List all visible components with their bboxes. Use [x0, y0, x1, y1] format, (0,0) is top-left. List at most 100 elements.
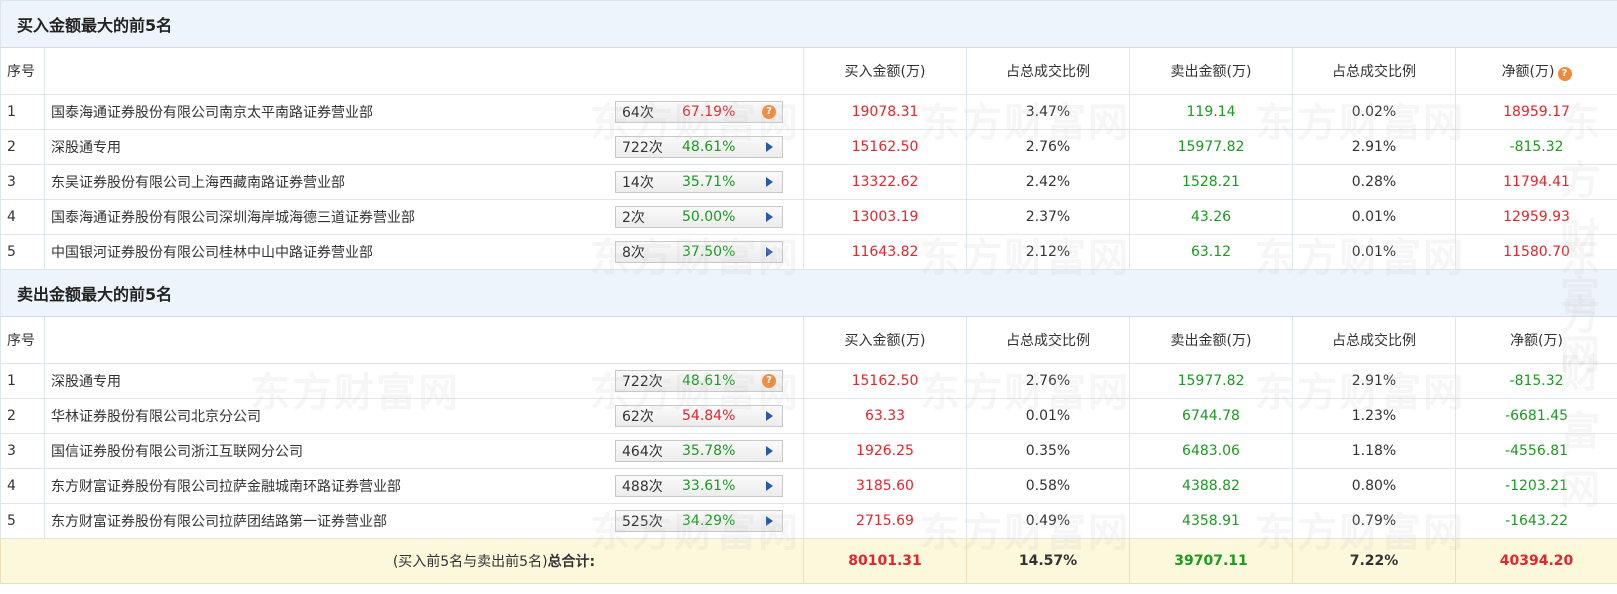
- total-label-cell: (买入前5名与卖出前5名)总合计:: [0, 538, 804, 584]
- buy-ratio: 2.37%: [966, 199, 1130, 235]
- table-row: 2 深股通专用 722次 48.61% 15162.50 2.76% 15977.82 2.9…: [0, 129, 1617, 165]
- total-buy: 80101.31: [803, 538, 967, 584]
- sell-ratio: 1.23%: [1292, 398, 1456, 434]
- row-seq: 1: [0, 363, 45, 399]
- sell-ratio: 0.02%: [1292, 94, 1456, 130]
- broker-stats-box[interactable]: 2次 50.00%: [615, 206, 783, 228]
- play-icon[interactable]: [758, 212, 780, 222]
- sell-amount: 63.12: [1129, 234, 1293, 270]
- play-icon[interactable]: [758, 142, 780, 152]
- col-buy-ratio: 占总成交比例: [966, 316, 1130, 364]
- buy-amount: 13322.62: [803, 164, 967, 200]
- win-rate: 48.61%: [682, 373, 736, 389]
- buy-ratio: 3.47%: [966, 94, 1130, 130]
- net-amount: 18959.17: [1454, 94, 1617, 130]
- sell-amount: 4358.91: [1129, 503, 1293, 539]
- row-seq: 2: [0, 129, 45, 165]
- col-sell-amount: 卖出金额(万): [1129, 316, 1293, 364]
- buy-amount: 15162.50: [803, 363, 967, 399]
- broker-stats-box[interactable]: 464次 35.78%: [615, 440, 783, 462]
- table-row: 4 国泰海通证券股份有限公司深圳海岸城海德三道证券营业部 2次 50.00% 13003…: [0, 199, 1617, 235]
- win-rate: 50.00%: [682, 209, 736, 225]
- listing-count: 8次: [622, 245, 645, 261]
- play-icon[interactable]: [758, 247, 780, 257]
- play-icon[interactable]: [758, 446, 780, 456]
- sell-amount: 119.14: [1129, 94, 1293, 130]
- broker-table: 买入金额最大的前5名序号 买入金额(万) 占总成交比例 卖出金额(万) 占总成交比例 净额…: [0, 0, 1617, 584]
- triangle-glyph: [765, 481, 773, 491]
- row-seq: 5: [0, 234, 45, 270]
- broker-cell: 华林证券股份有限公司北京分公司 62次 54.84%: [44, 398, 804, 434]
- win-rate: 33.61%: [682, 478, 736, 494]
- total-net: 40394.20: [1454, 538, 1617, 584]
- win-rate: 35.78%: [682, 443, 736, 459]
- sell-ratio: 1.18%: [1292, 433, 1456, 469]
- buy-ratio: 0.35%: [966, 433, 1130, 469]
- col-name: [44, 316, 804, 364]
- broker-stats-box[interactable]: 64次 67.19%?: [615, 101, 783, 123]
- sell-top5-header-row: 卖出金额最大的前5名: [0, 269, 1617, 317]
- help-icon[interactable]: ?: [758, 374, 780, 388]
- play-icon[interactable]: [758, 516, 780, 526]
- sell-ratio: 0.28%: [1292, 164, 1456, 200]
- sell-ratio: 2.91%: [1292, 363, 1456, 399]
- broker-cell: 国泰海通证券股份有限公司深圳海岸城海德三道证券营业部 2次 50.00%: [44, 199, 804, 235]
- net-amount: 12959.93: [1454, 199, 1617, 235]
- row-seq: 4: [0, 468, 45, 504]
- table-row: 2 华林证券股份有限公司北京分公司 62次 54.84% 63.33 0.01% 6744.…: [0, 398, 1617, 434]
- total-row: (买入前5名与卖出前5名)总合计: 80101.31 14.57% 39707.11 7…: [0, 538, 1617, 584]
- listing-count: 525次: [622, 514, 663, 530]
- broker-cell: 东方财富证券股份有限公司拉萨金融城南环路证券营业部 488次 33.61%: [44, 468, 804, 504]
- buy-amount: 11643.82: [803, 234, 967, 270]
- row-seq: 3: [0, 433, 45, 469]
- buy-ratio: 0.49%: [966, 503, 1130, 539]
- total-buy-ratio: 14.57%: [966, 538, 1130, 584]
- row-seq: 3: [0, 164, 45, 200]
- buy-top5-title: 买入金额最大的前5名: [17, 16, 173, 35]
- play-icon[interactable]: [758, 481, 780, 491]
- broker-stats-box[interactable]: 722次 48.61%?: [615, 370, 783, 392]
- help-icon[interactable]: ?: [758, 105, 780, 119]
- listing-count: 64次: [622, 105, 654, 121]
- total-label-prefix: (买入前5名与卖出前5名): [392, 554, 548, 570]
- sell-ratio: 0.01%: [1292, 199, 1456, 235]
- win-rate: 48.61%: [682, 139, 736, 155]
- broker-cell-inner: 中国银河证券股份有限公司桂林中山中路证券营业部 8次 37.50%: [51, 236, 797, 269]
- triangle-glyph: [765, 247, 773, 257]
- question-glyph: ?: [762, 105, 776, 119]
- broker-cell: 东吴证券股份有限公司上海西藏南路证券营业部 14次 35.71%: [44, 164, 804, 200]
- buy-top5-column-headers: 序号 买入金额(万) 占总成交比例 卖出金额(万) 占总成交比例 净额(万)?: [0, 47, 1617, 95]
- net-amount: 11794.41: [1454, 164, 1617, 200]
- listing-count: 488次: [622, 479, 663, 495]
- sell-ratio: 0.01%: [1292, 234, 1456, 270]
- table-row: 3 东吴证券股份有限公司上海西藏南路证券营业部 14次 35.71% 13322.62 2…: [0, 164, 1617, 200]
- play-icon[interactable]: [758, 411, 780, 421]
- sell-amount: 15977.82: [1129, 129, 1293, 165]
- net-amount: -4556.81: [1454, 433, 1617, 469]
- triangle-glyph: [765, 177, 773, 187]
- sell-top5-column-headers: 序号 买入金额(万) 占总成交比例 卖出金额(万) 占总成交比例 净额(万): [0, 316, 1617, 364]
- broker-cell-inner: 国泰海通证券股份有限公司深圳海岸城海德三道证券营业部 2次 50.00%: [51, 201, 797, 234]
- buy-amount: 63.33: [803, 398, 967, 434]
- buy-ratio: 2.42%: [966, 164, 1130, 200]
- broker-cell: 深股通专用 722次 48.61%: [44, 129, 804, 165]
- broker-stats-box[interactable]: 14次 35.71%: [615, 171, 783, 193]
- sell-top5-title-cell: 卖出金额最大的前5名: [0, 269, 1617, 317]
- play-icon[interactable]: [758, 177, 780, 187]
- triangle-glyph: [765, 411, 773, 421]
- broker-stats-box[interactable]: 8次 37.50%: [615, 241, 783, 263]
- buy-ratio: 2.12%: [966, 234, 1130, 270]
- triangle-glyph: [765, 446, 773, 456]
- listing-count: 722次: [622, 374, 663, 390]
- question-glyph: ?: [762, 374, 776, 388]
- sell-amount: 6744.78: [1129, 398, 1293, 434]
- broker-stats-box[interactable]: 722次 48.61%: [615, 136, 783, 158]
- net-help-icon[interactable]: ?: [1557, 67, 1572, 81]
- col-name: [44, 47, 804, 95]
- broker-stats-box[interactable]: 525次 34.29%: [615, 510, 783, 532]
- broker-cell: 国信证券股份有限公司浙江互联网分公司 464次 35.78%: [44, 433, 804, 469]
- broker-stats-box[interactable]: 62次 54.84%: [615, 405, 783, 427]
- total-label: 总合计:: [547, 554, 596, 570]
- listing-count: 464次: [622, 444, 663, 460]
- broker-stats-box[interactable]: 488次 33.61%: [615, 475, 783, 497]
